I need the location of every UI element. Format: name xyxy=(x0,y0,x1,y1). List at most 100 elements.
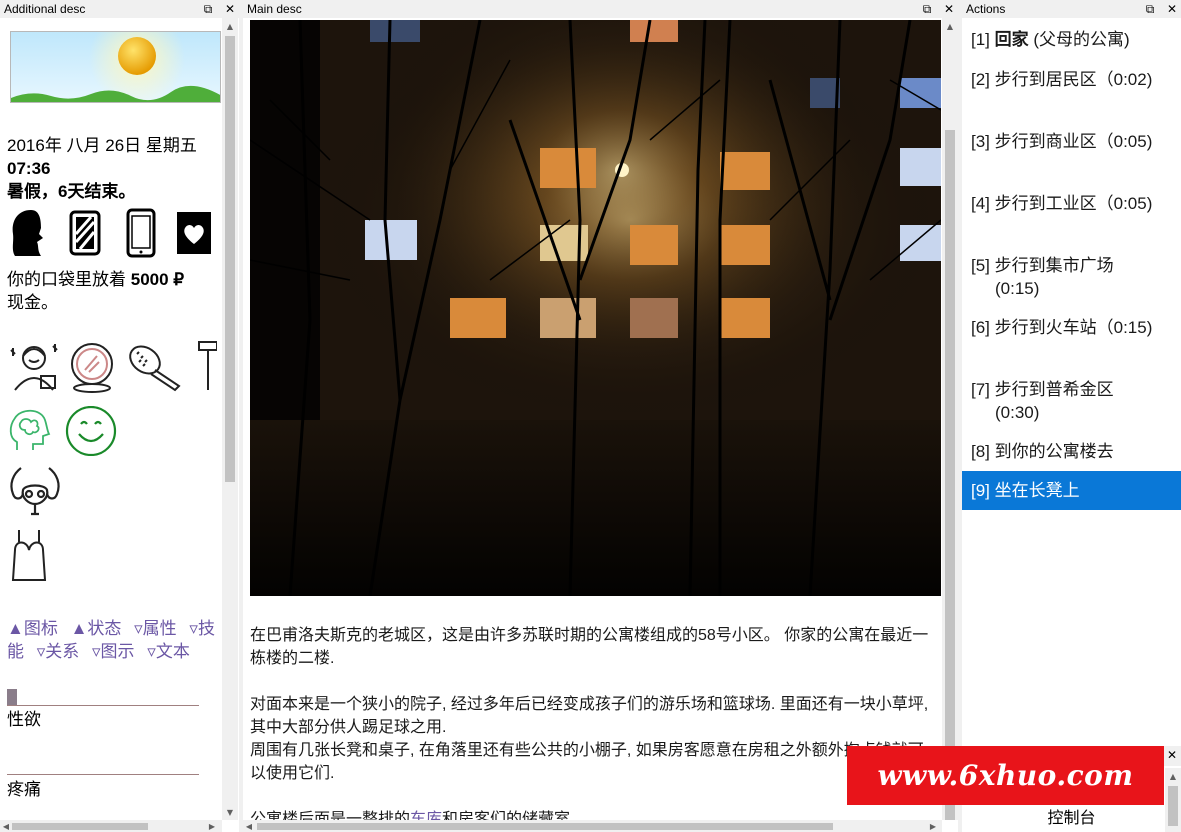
scroll-up-icon[interactable]: ▲ xyxy=(222,18,238,34)
sun-weather-icon xyxy=(10,31,221,103)
close-icon[interactable]: ✕ xyxy=(942,0,956,18)
brain-icon[interactable] xyxy=(7,406,65,456)
float-icon[interactable]: ⧉ xyxy=(201,0,215,18)
money-suffix: 现金。 xyxy=(7,293,58,312)
actions-panel: Actions ⧉ ✕ [1] 回家 (父母的公寓) [2] 步行到居民区（0:… xyxy=(962,0,1181,746)
holiday-text: 暑假，6天结束。 xyxy=(7,182,136,201)
scroll-right-icon[interactable]: ▶ xyxy=(927,820,939,832)
scroll-left-icon[interactable]: ◀ xyxy=(0,820,12,832)
action-number: [3] xyxy=(971,132,990,151)
scroll-thumb[interactable] xyxy=(12,823,148,830)
scroll-right-icon[interactable]: ▶ xyxy=(206,820,218,832)
action-number: [5] xyxy=(971,256,990,275)
woman-head-icon[interactable] xyxy=(7,208,65,258)
tab-status[interactable]: ▲状态 xyxy=(71,619,122,638)
action-label: 步行到居民区（0:02) xyxy=(989,70,1153,89)
action-number: [6] xyxy=(971,318,990,337)
action-label: 步行到普希金区 xyxy=(989,380,1114,399)
action-go-apartment-building[interactable]: [8] 到你的公寓楼去 xyxy=(962,440,1181,463)
money-line: 你的口袋里放着 5000 ₽ xyxy=(7,268,184,291)
additional-desc-panel: Additional desc ⧉ ✕ 2016年 八月 26日 星期五 07:… xyxy=(0,0,239,832)
action-time: (0:30) xyxy=(995,403,1040,422)
pain-bar xyxy=(7,774,199,775)
money-prefix: 你的口袋里放着 xyxy=(7,270,126,289)
razor-icon[interactable] xyxy=(197,340,218,394)
scroll-thumb[interactable] xyxy=(225,36,235,482)
action-number: [1] xyxy=(971,30,990,49)
main-horizontal-scrollbar[interactable]: ◀ ▶ xyxy=(243,820,942,832)
location-photo xyxy=(250,20,941,596)
watermark-banner: www.6xhuo.com xyxy=(847,746,1164,805)
face-cream-icon[interactable] xyxy=(7,340,67,394)
close-icon[interactable]: ✕ xyxy=(1165,0,1179,18)
mirror-icon[interactable] xyxy=(67,340,125,394)
scroll-down-icon[interactable]: ▼ xyxy=(222,804,238,820)
scroll-thumb[interactable] xyxy=(945,130,955,820)
float-icon[interactable]: ⧉ xyxy=(920,0,934,18)
scroll-up-icon[interactable]: ▲ xyxy=(1165,768,1181,784)
left-vertical-scrollbar[interactable]: ▲ ▼ xyxy=(222,18,238,820)
left-tabs: ▲图标 ▲状态 ▿属性 ▿技能 ▿关系 ▿图示 ▿文本 xyxy=(7,617,217,663)
action-label: 到你的公寓楼去 xyxy=(989,442,1114,461)
tab-diagram[interactable]: ▿图示 xyxy=(92,642,135,661)
time-text: 07:36 xyxy=(7,159,51,178)
stat-label-libido: 性欲 xyxy=(7,710,41,729)
left-horizontal-scrollbar[interactable]: ◀ ▶ xyxy=(0,820,222,832)
action-label: (父母的公寓) xyxy=(1028,30,1130,49)
main-vertical-scrollbar[interactable]: ▲ xyxy=(942,18,958,820)
panel-title: Actions xyxy=(966,2,1006,16)
libido-bar-fill xyxy=(7,689,17,705)
console-scrollbar[interactable]: ▲ xyxy=(1165,768,1181,832)
action-number: [8] xyxy=(971,442,990,461)
main-description: 在巴甫洛夫斯克的老城区，这是由许多苏联时期的公寓楼组成的58号小区。 你家的公寓… xyxy=(250,624,930,831)
action-number: [9] xyxy=(971,481,990,500)
phone-icon[interactable] xyxy=(123,208,175,258)
date-text: 2016年 八月 26日 星期五 xyxy=(7,136,197,155)
action-walk-pushkin[interactable]: [7] 步行到普希金区 (0:30) xyxy=(962,378,1181,424)
action-walk-commercial[interactable]: [3] 步行到商业区（0:05) xyxy=(962,130,1181,153)
tab-attributes[interactable]: ▿属性 xyxy=(134,619,177,638)
close-icon[interactable]: ✕ xyxy=(223,0,237,18)
action-label: 步行到工业区（0:05) xyxy=(989,194,1153,213)
action-walk-industrial[interactable]: [4] 步行到工业区（0:05) xyxy=(962,192,1181,215)
desc-paragraph: 对面本来是一个狭小的院子, 经过多年后已经变成孩子们的游乐场和篮球场. 里面还有… xyxy=(250,696,929,736)
main-desc-panel: Main desc ⧉ ✕ 在巴甫洛夫斯克的老城区，这是由许多苏联时期的公寓楼组… xyxy=(243,0,958,832)
console-label[interactable]: 控制台 xyxy=(962,804,1181,828)
float-icon[interactable]: ⧉ xyxy=(1143,0,1157,18)
bra-top-icon[interactable] xyxy=(7,528,57,582)
heart-book-icon[interactable] xyxy=(175,208,215,258)
close-icon[interactable]: ✕ xyxy=(1165,746,1179,764)
scroll-up-icon[interactable]: ▲ xyxy=(942,18,958,34)
desc-paragraph: 在巴甫洛夫斯克的老城区，这是由许多苏联时期的公寓楼组成的58号小区。 你家的公寓… xyxy=(250,627,929,667)
uterus-icon[interactable] xyxy=(7,464,67,520)
action-label: 步行到商业区（0:05) xyxy=(989,132,1153,151)
action-bold-label: 回家 xyxy=(994,30,1029,49)
action-number: [4] xyxy=(971,194,990,213)
tab-relations[interactable]: ▿关系 xyxy=(37,642,80,661)
action-label: 步行到集市广场 xyxy=(989,256,1114,275)
striped-card-icon[interactable] xyxy=(65,208,123,258)
panel-title: Additional desc xyxy=(4,2,86,16)
hairbrush-icon[interactable] xyxy=(125,340,197,394)
libido-bar xyxy=(7,705,199,706)
action-label: 坐在长凳上 xyxy=(989,481,1080,500)
action-go-home[interactable]: [1] 回家 (父母的公寓) xyxy=(962,28,1181,51)
additional-desc-titlebar: Additional desc ⧉ ✕ xyxy=(0,0,239,18)
action-walk-market[interactable]: [5] 步行到集市广场 (0:15) xyxy=(962,254,1181,300)
action-number: [2] xyxy=(971,70,990,89)
smile-icon[interactable] xyxy=(65,405,119,457)
panel-title: Main desc xyxy=(247,2,302,16)
money-amount: 5000 ₽ xyxy=(130,270,185,289)
action-time: (0:15) xyxy=(995,279,1040,298)
desc-paragraph: 周围有几张长凳和桌子, 在角落里还有些公共的小棚子, 如果房客愿意在房租之外额外… xyxy=(250,742,924,782)
main-desc-titlebar: Main desc ⧉ ✕ xyxy=(243,0,958,18)
action-sit-bench[interactable]: [9] 坐在长凳上 xyxy=(962,471,1181,510)
tab-text[interactable]: ▿文本 xyxy=(147,642,190,661)
action-walk-residential[interactable]: [2] 步行到居民区（0:02) xyxy=(962,68,1181,91)
scroll-left-icon[interactable]: ◀ xyxy=(243,820,255,832)
action-walk-station[interactable]: [6] 步行到火车站（0:15) xyxy=(962,316,1181,339)
action-label: 步行到火车站（0:15) xyxy=(989,318,1153,337)
scroll-thumb[interactable] xyxy=(257,823,833,830)
scroll-thumb[interactable] xyxy=(1168,786,1178,826)
tab-icons[interactable]: ▲图标 xyxy=(7,619,58,638)
